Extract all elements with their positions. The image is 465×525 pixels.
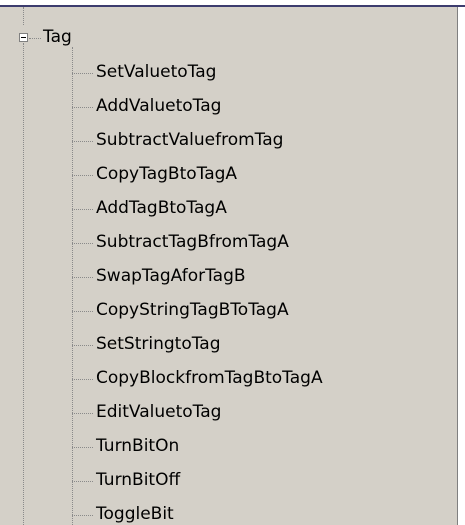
branch-line — [72, 209, 93, 210]
branch-line — [72, 345, 93, 346]
tree-item-label: SwapTagAforTagB — [96, 266, 246, 286]
tree-guide-line-outer-lower — [23, 43, 24, 525]
branch-line — [72, 175, 93, 176]
tree-view-window: Tag SetValuetoTag AddValuetoTag Subtract… — [0, 0, 465, 525]
branch-line — [72, 73, 93, 74]
branch-line — [72, 243, 93, 244]
tree-item-label: SubtractTagBfromTagA — [96, 232, 289, 252]
collapse-toggle-icon[interactable] — [19, 33, 28, 42]
tree-item-label: AddTagBtoTagA — [96, 198, 227, 218]
tree-guide-line-outer — [23, 7, 24, 25]
tree-view: Tag SetValuetoTag AddValuetoTag Subtract… — [0, 7, 458, 525]
tree-item-label: TurnBitOn — [96, 436, 180, 456]
tree-item-label: SetValuetoTag — [96, 62, 217, 82]
right-border — [458, 7, 465, 525]
tree-item-label: AddValuetoTag — [96, 96, 222, 116]
tree-item-label: TurnBitOff — [96, 470, 181, 490]
branch-line — [72, 413, 93, 414]
root-branch-line — [29, 38, 41, 39]
branch-line — [72, 481, 93, 482]
tree-item-label: SetStringtoTag — [96, 334, 221, 354]
tree-item-label: SubtractValuefromTag — [96, 130, 284, 150]
branch-line — [72, 107, 93, 108]
tree-item-label: ToggleBit — [96, 504, 174, 524]
tree-item-label: EditValuetoTag — [96, 402, 222, 422]
branch-line — [72, 311, 93, 312]
branch-line — [72, 515, 93, 516]
branch-line — [72, 379, 93, 380]
child-guide-line — [72, 47, 73, 525]
branch-line — [72, 141, 93, 142]
tree-item-label: CopyBlockfromTagBtoTagA — [96, 368, 323, 388]
branch-line — [72, 277, 93, 278]
tree-node-tag[interactable]: Tag — [43, 27, 72, 47]
tree-item-label: CopyTagBtoTagA — [96, 164, 238, 184]
branch-line — [72, 447, 93, 448]
tree-item-label: CopyStringTagBToTagA — [96, 300, 289, 320]
